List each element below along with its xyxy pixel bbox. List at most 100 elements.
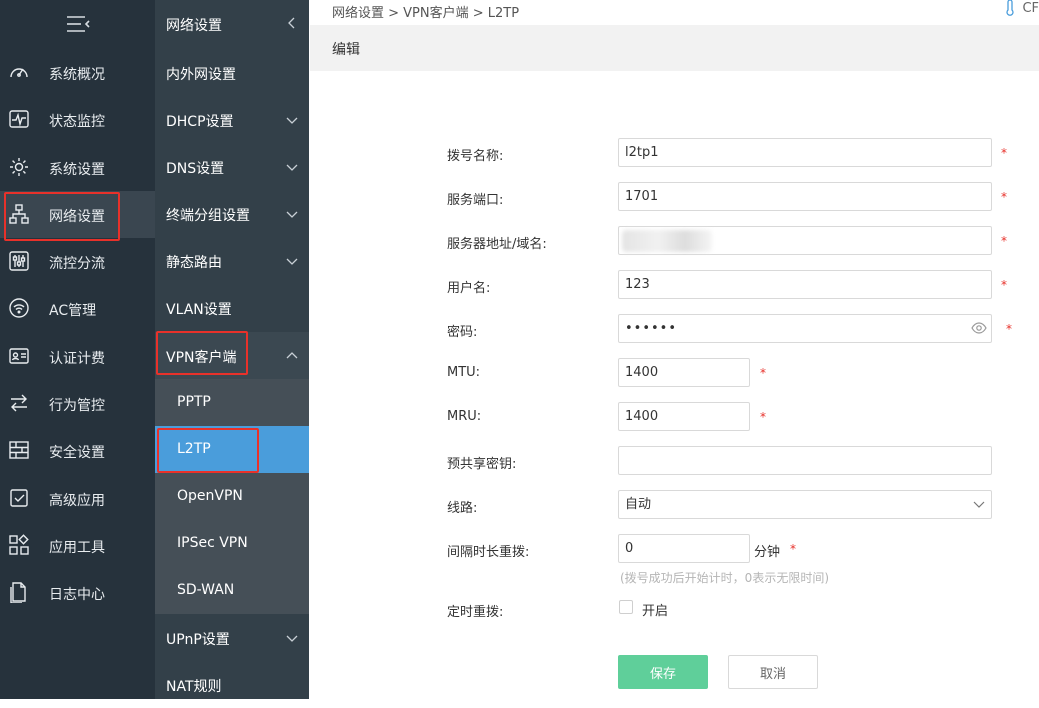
subnav-item-sd-wan[interactable]: SD-WAN <box>155 567 309 614</box>
subnav-item-label: UPnP设置 <box>166 632 230 648</box>
chevron-up-icon <box>286 352 298 359</box>
redial-interval-label: 间隔时长重拨: <box>447 545 530 560</box>
subnav-item-terminal-group[interactable]: 终端分组设置 <box>155 190 309 237</box>
sidebar-item-label: 网络设置 <box>49 209 105 225</box>
sidebar-item-ac[interactable]: AC管理 <box>0 285 155 332</box>
subnav-item-dhcp[interactable]: DHCP设置 <box>155 96 309 143</box>
psk-label: 预共享密钥: <box>447 457 517 472</box>
subnav-header: 网络设置 <box>155 0 309 47</box>
redacted-address <box>622 230 712 252</box>
sidebar-item-system-settings[interactable]: 系统设置 <box>0 144 155 191</box>
sidebar-item-label: AC管理 <box>49 303 97 319</box>
sidebar-item-auth[interactable]: 认证计费 <box>0 333 155 380</box>
breadcrumb: 网络设置 > VPN客户端 > L2TP <box>332 6 520 21</box>
scheduled-redial-checkbox[interactable] <box>619 600 633 614</box>
dial-name-input[interactable] <box>618 138 992 167</box>
id-card-icon <box>9 348 29 364</box>
chevron-down-icon <box>286 635 298 642</box>
chevron-down-icon <box>286 211 298 218</box>
username-label: 用户名: <box>447 281 491 296</box>
sidebar-item-label: 系统设置 <box>49 162 105 178</box>
sidebar-item-logs[interactable]: 日志中心 <box>0 569 155 616</box>
chevron-down-icon <box>973 501 985 508</box>
redial-interval-unit: 分钟 <box>754 545 781 560</box>
psk-input[interactable] <box>618 446 992 475</box>
save-button[interactable]: 保存 <box>618 655 708 689</box>
redial-interval-input[interactable] <box>618 534 750 563</box>
sidebar-item-advanced[interactable]: 高级应用 <box>0 475 155 522</box>
subnav-item-label: SD-WAN <box>177 582 235 598</box>
line-select-value: 自动 <box>625 497 652 512</box>
thermometer-icon <box>1006 0 1015 16</box>
subnav-item-label: L2TP <box>177 441 211 457</box>
required-mark: * <box>1001 278 1007 292</box>
firewall-icon <box>9 441 29 459</box>
sidebar-item-monitor[interactable]: 状态监控 <box>0 96 155 143</box>
required-mark: * <box>1001 190 1007 204</box>
dial-name-label: 拨号名称: <box>447 149 504 164</box>
menu-collapse-icon <box>66 16 90 32</box>
scheduled-redial-label: 定时重拨: <box>447 605 504 620</box>
sidebar-item-label: 高级应用 <box>49 493 105 509</box>
chevron-down-icon <box>286 164 298 171</box>
mru-input[interactable] <box>618 402 750 431</box>
subnav-item-vpn-client[interactable]: VPN客户端 <box>155 332 309 379</box>
chevron-left-icon[interactable] <box>286 17 298 29</box>
subnav-item-label: DNS设置 <box>166 161 225 177</box>
sidebar-item-label: 流控分流 <box>49 256 105 272</box>
eye-icon[interactable] <box>971 320 987 336</box>
sidebar-item-security[interactable]: 安全设置 <box>0 427 155 474</box>
sidebar-item-overview[interactable]: 系统概况 <box>0 49 155 96</box>
sidebar-item-label: 行为管控 <box>49 398 105 414</box>
apps-icon <box>9 534 29 555</box>
sidebar-item-tools[interactable]: 应用工具 <box>0 522 155 569</box>
sidebar-item-behavior[interactable]: 行为管控 <box>0 380 155 427</box>
subnav-item-lan-wan[interactable]: 内外网设置 <box>155 49 309 96</box>
subnav-item-dns[interactable]: DNS设置 <box>155 143 309 190</box>
subnav-item-l2tp[interactable]: L2TP <box>155 426 309 473</box>
mtu-label: MTU: <box>447 365 481 380</box>
sidebar-item-label: 安全设置 <box>49 445 105 461</box>
subnav-item-label: NAT规则 <box>166 679 222 695</box>
subnav-item-label: VPN客户端 <box>166 350 237 366</box>
subnav-item-label: 终端分组设置 <box>166 208 250 224</box>
server-address-label: 服务器地址/域名: <box>447 237 547 252</box>
subnav-item-label: 内外网设置 <box>166 67 236 83</box>
subnav-item-vlan[interactable]: VLAN设置 <box>155 284 309 331</box>
primary-sidebar: 系统概况 状态监控 系统设置 网络设置 流控分流 AC管理 认证计费 行为管控 … <box>0 0 155 699</box>
sidebar-item-label: 应用工具 <box>49 540 105 556</box>
scheduled-redial-checkbox-label[interactable]: 开启 <box>642 600 668 619</box>
panel-title: 编辑 <box>332 42 360 58</box>
required-mark: * <box>790 542 796 556</box>
mru-label: MRU: <box>447 409 482 424</box>
required-mark: * <box>760 366 766 380</box>
username-input[interactable] <box>618 270 992 299</box>
line-select[interactable]: 自动 <box>618 490 992 519</box>
subnav-item-static-route[interactable]: 静态路由 <box>155 237 309 284</box>
secondary-sidebar: 网络设置 内外网设置 DHCP设置 DNS设置 终端分组设置 静态路由 VLAN… <box>155 0 309 699</box>
mtu-input[interactable] <box>618 358 750 387</box>
subnav-item-label: PPTP <box>177 394 211 410</box>
sidebar-item-network[interactable]: 网络设置 <box>0 191 155 238</box>
subnav-item-nat[interactable]: NAT规则 <box>155 661 309 708</box>
panel-header: 编辑 <box>310 25 1039 71</box>
sliders-icon <box>9 251 29 271</box>
subnav-item-label: DHCP设置 <box>166 114 234 130</box>
server-port-label: 服务端口: <box>447 193 504 208</box>
subnav-item-upnp[interactable]: UPnP设置 <box>155 614 309 661</box>
required-mark: * <box>1001 234 1007 248</box>
subnav-item-ipsec-vpn[interactable]: IPSec VPN <box>155 520 309 567</box>
top-right-status[interactable]: CF <box>1004 0 1039 16</box>
subnav-title: 网络设置 <box>166 18 222 34</box>
cancel-button[interactable]: 取消 <box>728 655 818 689</box>
sidebar-item-traffic[interactable]: 流控分流 <box>0 238 155 285</box>
server-port-input[interactable] <box>618 182 992 211</box>
chevron-down-icon <box>286 117 298 124</box>
required-mark: * <box>1001 146 1007 160</box>
subnav-item-openvpn[interactable]: OpenVPN <box>155 473 309 520</box>
password-label: 密码: <box>447 325 478 340</box>
subnav-item-pptp[interactable]: PPTP <box>155 379 309 426</box>
wifi-ac-icon <box>9 298 29 318</box>
password-input[interactable] <box>618 314 992 343</box>
menu-collapse-button[interactable] <box>0 0 155 48</box>
